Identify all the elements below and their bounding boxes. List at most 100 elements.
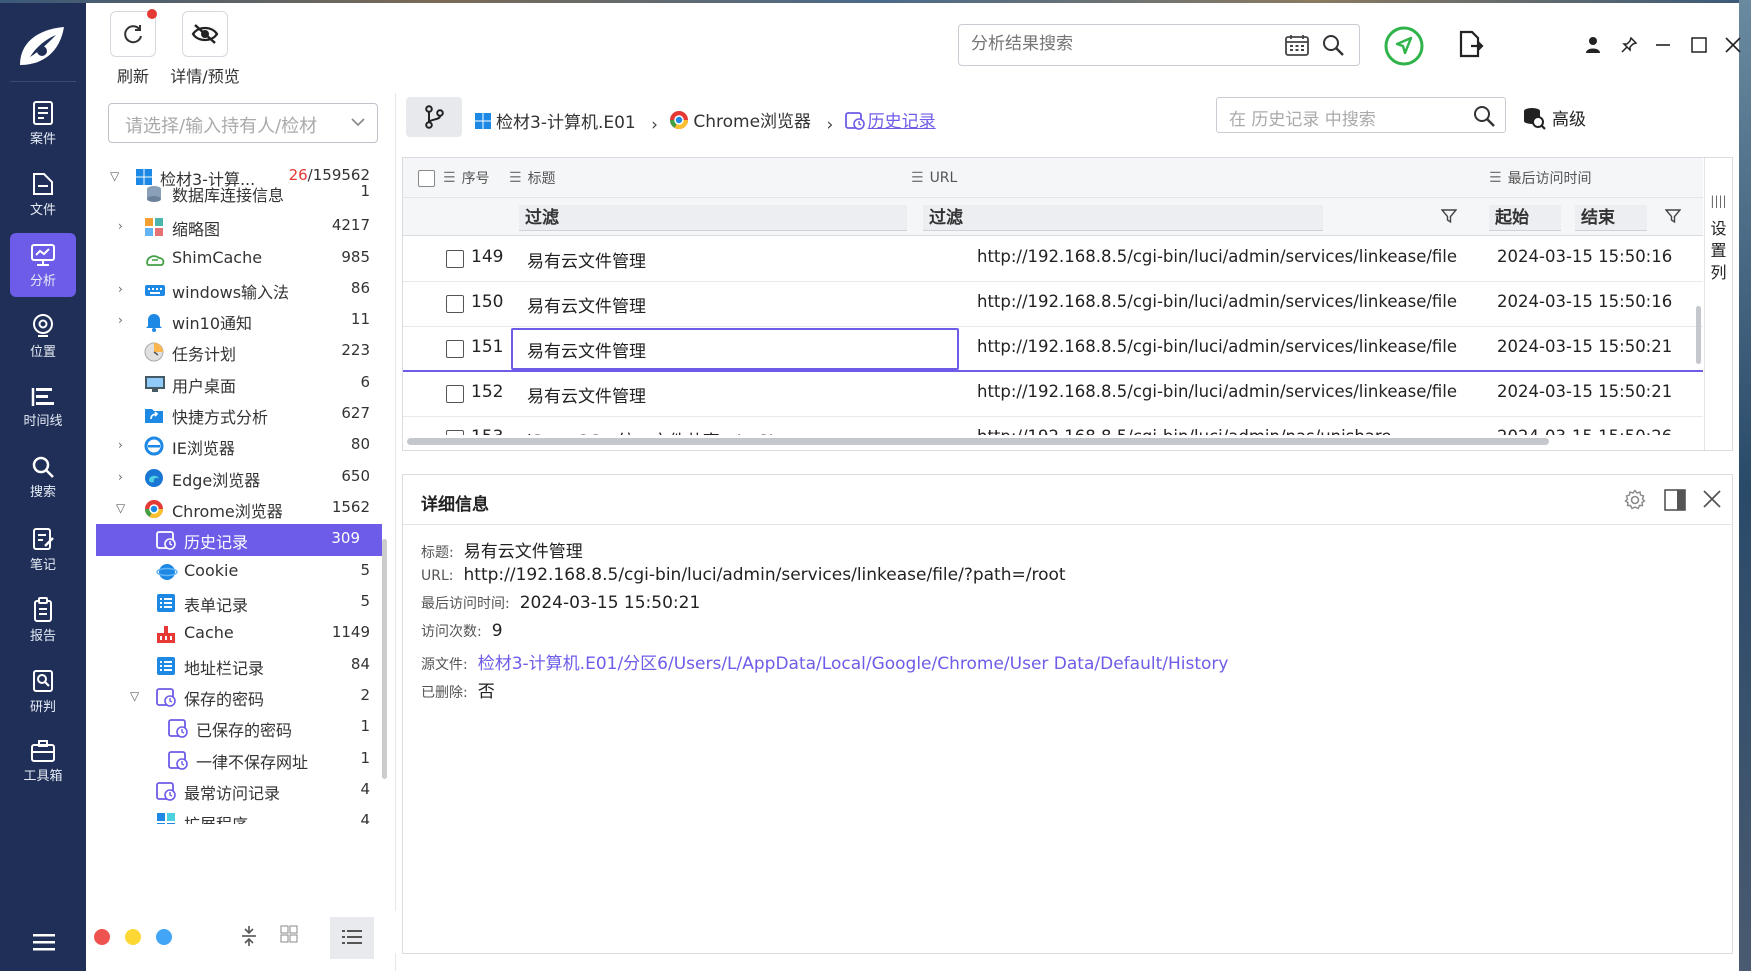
desktop-strip-right [1739, 0, 1751, 971]
calendar-icon[interactable] [1285, 34, 1309, 56]
nav-file[interactable]: 文件 [10, 162, 76, 226]
nav-judge[interactable]: 研判 [10, 659, 76, 723]
split-panel-icon[interactable] [1664, 489, 1686, 515]
tree-node-saved-passwords[interactable]: ▽ 保存的密码 2 [96, 681, 382, 713]
tree-node-db-connections[interactable]: 数据库连接信息 1 [96, 184, 382, 206]
tree-node-ime[interactable]: › windows输入法 86 [96, 274, 382, 306]
nav-note[interactable]: 笔记 [10, 517, 76, 581]
breadcrumb-browser[interactable]: Chrome浏览器 [669, 107, 811, 132]
cell-seq: 151 [471, 337, 504, 357]
tree-node-history[interactable]: 历史记录 309 [96, 524, 382, 556]
address-bar-icon [156, 656, 176, 676]
table-row[interactable]: 150 易有云文件管理 http://192.168.8.5/cgi-bin/l… [403, 282, 1703, 327]
tree-node-user-desktop[interactable]: 用户桌面 6 [96, 368, 382, 400]
advanced-search-button[interactable]: 高级 [1522, 105, 1586, 130]
minimize-icon[interactable] [1651, 33, 1675, 57]
tree-node-addressbar[interactable]: 地址栏记录 84 [96, 650, 382, 682]
tree-node-shortcut[interactable]: 快捷方式分析 627 [96, 399, 382, 431]
column-header-seq[interactable]: ☰ 序号 [443, 158, 490, 198]
chevron-down-icon[interactable]: ▽ [110, 169, 122, 183]
collapse-all-icon[interactable] [240, 925, 258, 951]
tree-node-chrome[interactable]: ▽ Chrome浏览器 1562 [96, 493, 382, 525]
nav-analysis[interactable]: 分析 [10, 233, 76, 297]
maximize-icon[interactable] [1687, 33, 1711, 57]
shield-status-icon[interactable] [1383, 25, 1425, 71]
search-icon[interactable] [1321, 33, 1345, 57]
breadcrumb-current[interactable]: 历史记录 [844, 107, 936, 132]
nav-toolbox[interactable]: 工具箱 [10, 730, 76, 794]
tree-node-shimcache[interactable]: ShimCache 985 [96, 243, 382, 275]
table-row[interactable]: 153 iStoreOS - 统一文件共享 - LuCI http://192.… [403, 417, 1703, 435]
source-file-link[interactable]: 检材3-计算机.E01/分区6/Users/L/AppData/Local/Go… [478, 654, 1229, 674]
row-checkbox[interactable] [446, 250, 464, 268]
hamburger-menu-icon[interactable] [33, 933, 55, 955]
end-time-filter[interactable]: 结束 [1575, 205, 1647, 231]
row-checkbox[interactable] [446, 430, 464, 435]
table-row-selected[interactable]: 151 易有云文件管理 http://192.168.8.5/cgi-bin/l… [403, 327, 1703, 372]
tree-node-extensions[interactable]: 扩展程序 4 [96, 806, 382, 824]
tree-node-win10-notify[interactable]: › win10通知 11 [96, 305, 382, 337]
tree-node-task-schedule[interactable]: 任务计划 223 [96, 336, 382, 368]
tree-node-top-sites[interactable]: 最常访问记录 4 [96, 775, 382, 807]
export-icon[interactable] [1458, 29, 1484, 63]
row-checkbox[interactable] [446, 340, 464, 358]
blue-dot-icon[interactable] [156, 929, 172, 945]
chevron-right-icon[interactable]: › [118, 313, 130, 327]
column-header-title[interactable]: ☰ 标题 [509, 158, 556, 198]
tree-node-cache[interactable]: Cache 1149 [96, 618, 382, 650]
tree-node-saved-password-list[interactable]: 已保存的密码 1 [96, 712, 382, 744]
row-checkbox[interactable] [446, 295, 464, 313]
grid-view-icon[interactable] [280, 925, 298, 947]
nav-case[interactable]: 案件 [10, 91, 76, 155]
chevron-right-icon[interactable]: › [118, 438, 130, 452]
chevron-right-icon[interactable]: › [118, 282, 130, 296]
column-header-url[interactable]: ☰ URL [911, 158, 957, 198]
row-checkbox[interactable] [446, 385, 464, 403]
refresh-button[interactable]: 刷新 [98, 9, 168, 87]
detail-preview-button[interactable]: 详情/预览 [170, 11, 240, 87]
gear-icon[interactable] [1624, 489, 1646, 515]
list-view-icon[interactable] [342, 929, 362, 949]
chevron-right-icon[interactable]: › [118, 219, 130, 233]
filter-icon[interactable] [1665, 208, 1681, 224]
column-settings-button[interactable]: |||| 设 置 列 [1704, 158, 1732, 450]
tree-node-cookie[interactable]: Cookie 5 [96, 556, 382, 588]
table-row[interactable]: 152 易有云文件管理 http://192.168.8.5/cgi-bin/l… [403, 372, 1703, 417]
title-filter-input[interactable]: 过滤 [519, 205, 907, 231]
chevron-right-icon[interactable]: › [118, 470, 130, 484]
table-horizontal-scrollbar[interactable] [407, 438, 1549, 445]
tree-node-form[interactable]: 表单记录 5 [96, 587, 382, 619]
nav-search[interactable]: 搜索 [10, 446, 76, 510]
start-time-filter[interactable]: 起始 [1489, 205, 1561, 231]
tree-node-ie[interactable]: › IE浏览器 80 [96, 430, 382, 462]
tree-node-thumbnails[interactable]: › 缩略图 4217 [96, 211, 382, 243]
yellow-dot-icon[interactable] [125, 929, 141, 945]
table-row[interactable]: 149 易有云文件管理 http://192.168.8.5/cgi-bin/l… [403, 237, 1703, 282]
filter-icon[interactable] [1441, 208, 1457, 224]
nav-timeline[interactable]: 时间线 [10, 375, 76, 439]
grid-search-box[interactable]: 在 历史记录 中搜索 [1216, 97, 1506, 133]
chevron-down-icon[interactable]: ▽ [116, 501, 128, 515]
tree-node-label: 快捷方式分析 [172, 408, 269, 427]
tree-scrollbar[interactable] [382, 539, 387, 779]
branch-button[interactable] [406, 97, 462, 137]
search-icon[interactable] [1473, 105, 1495, 127]
result-search-box[interactable] [958, 24, 1360, 66]
tree-node-edge[interactable]: › Edge浏览器 650 [96, 462, 382, 494]
select-all-checkbox[interactable] [418, 170, 435, 187]
result-search-input[interactable] [971, 25, 1271, 63]
pin-icon[interactable] [1617, 33, 1641, 57]
user-icon[interactable] [1581, 33, 1605, 57]
close-icon[interactable] [1702, 489, 1722, 513]
red-dot-icon[interactable] [94, 929, 110, 945]
holder-select[interactable]: 请选择/输入持有人/检材 [108, 103, 378, 143]
nav-report[interactable]: 报告 [10, 588, 76, 652]
close-icon[interactable] [1721, 33, 1745, 57]
column-header-last-visit[interactable]: ☰ 最后访问时间 [1489, 158, 1592, 198]
tree-node-never-save[interactable]: 一律不保存网址 1 [96, 744, 382, 776]
breadcrumb-device[interactable]: 检材3-计算机.E01 [474, 108, 636, 133]
nav-location[interactable]: 位置 [10, 304, 76, 368]
table-vertical-scrollbar[interactable] [1696, 306, 1701, 364]
url-filter-input[interactable]: 过滤 [923, 205, 1323, 231]
chevron-down-icon[interactable]: ▽ [130, 689, 142, 703]
